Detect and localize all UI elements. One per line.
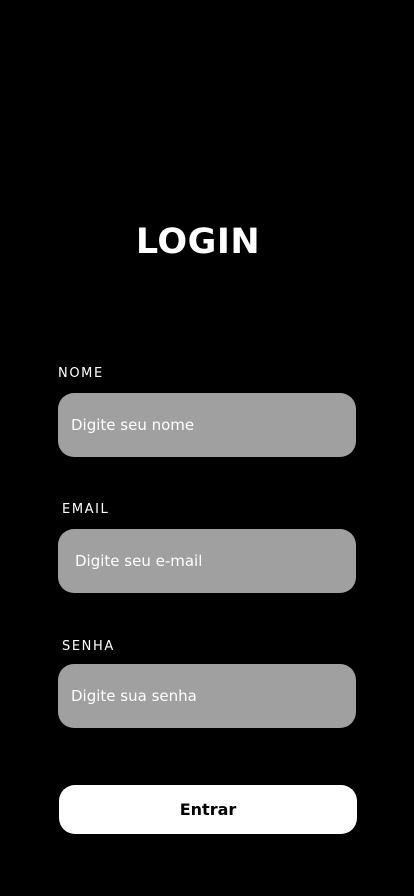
nome-input[interactable]	[58, 393, 356, 457]
page-title: LOGIN	[135, 222, 261, 262]
entrar-button[interactable]: Entrar	[59, 785, 357, 834]
email-label: EMAIL	[62, 502, 110, 517]
senha-label: SENHA	[62, 639, 115, 654]
email-input[interactable]	[58, 529, 356, 593]
nome-label: NOME	[58, 366, 104, 381]
senha-input[interactable]	[58, 664, 356, 728]
login-screen: LOGIN NOME EMAIL SENHA Entrar	[0, 0, 414, 896]
